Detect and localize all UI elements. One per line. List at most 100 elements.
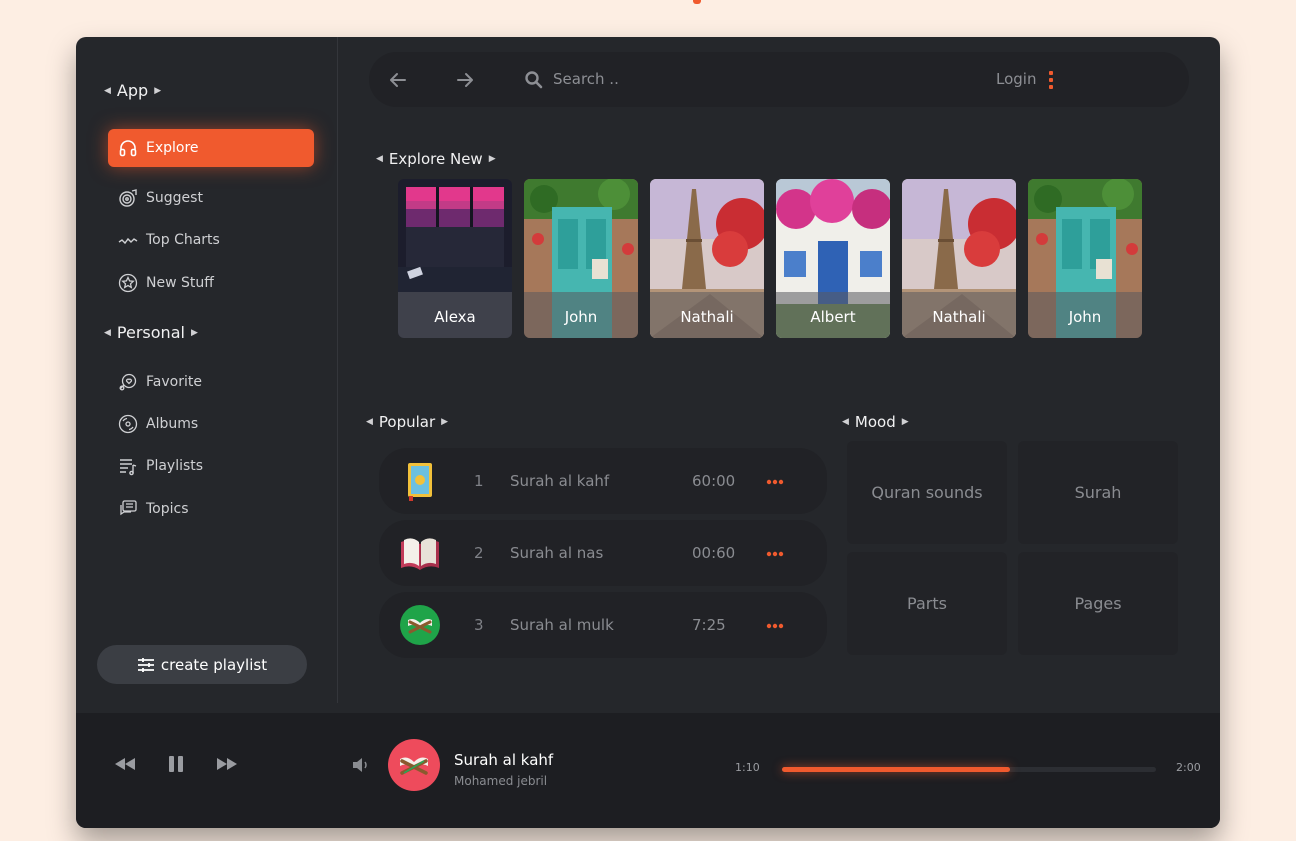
caret-left-icon: ◀	[376, 154, 383, 164]
caret-right-icon: ▶	[190, 327, 198, 338]
caret-right-icon: ▶	[488, 154, 496, 164]
sidebar: ◀ App ▶ Explore Suggest Top Charts New S…	[76, 37, 338, 703]
rewind-icon[interactable]	[113, 754, 137, 774]
sidebar-item-topics[interactable]: Topics	[108, 490, 314, 528]
sidebar-item-playlists[interactable]: Playlists	[108, 447, 314, 485]
top-accent-mark	[693, 0, 701, 4]
sliders-icon	[137, 657, 155, 673]
progress-fill	[782, 767, 1011, 772]
open-book-icon	[401, 538, 439, 570]
progress-bar[interactable]	[782, 767, 1156, 772]
chat-icon	[118, 499, 138, 519]
login-button[interactable]: Login	[996, 70, 1036, 88]
caret-right-icon: ▶	[901, 417, 909, 427]
explore-card[interactable]: Nathali	[650, 179, 764, 338]
quran-book-icon	[408, 463, 432, 501]
track-number: 2	[474, 544, 484, 562]
app-window: ◀ App ▶ Explore Suggest Top Charts New S…	[76, 37, 1220, 828]
sidebar-item-label: Topics	[146, 501, 189, 517]
more-options-icon[interactable]	[766, 551, 784, 557]
explore-card[interactable]: Albert	[776, 179, 890, 338]
caret-left-icon: ◀	[104, 85, 111, 96]
sidebar-item-favorite[interactable]: Favorite	[108, 363, 314, 401]
more-options-icon[interactable]	[766, 623, 784, 629]
card-label: Alexa	[398, 292, 512, 338]
sidebar-item-label: Favorite	[146, 374, 202, 390]
track-number: 3	[474, 616, 484, 634]
explore-card[interactable]: John	[524, 179, 638, 338]
back-arrow-icon[interactable]	[387, 69, 409, 91]
sidebar-item-label: Explore	[146, 140, 199, 156]
popular-section-header[interactable]: ◀ Popular ▶	[366, 413, 448, 431]
sidebar-item-label: New Stuff	[146, 275, 214, 291]
now-playing-artist: Mohamed jebril	[454, 774, 548, 788]
forward-arrow-icon[interactable]	[454, 69, 476, 91]
now-playing-artwork	[388, 739, 440, 791]
disc-icon	[118, 414, 138, 434]
headphones-icon	[118, 138, 138, 158]
explore-section-header[interactable]: ◀ Explore New ▶	[376, 150, 496, 168]
track-duration: 7:25	[692, 616, 726, 634]
search-icon[interactable]	[524, 70, 544, 90]
card-label: Nathali	[902, 292, 1016, 338]
star-badge-icon	[118, 273, 138, 293]
track-number: 1	[474, 472, 484, 490]
elapsed-time: 1:10	[735, 761, 760, 774]
mood-tile-quran-sounds[interactable]: Quran sounds	[847, 441, 1007, 544]
sidebar-item-albums[interactable]: Albums	[108, 405, 314, 443]
fast-forward-icon[interactable]	[215, 754, 239, 774]
caret-right-icon: ▶	[154, 85, 162, 96]
track-row[interactable]: 3 Surah al mulk 7:25	[379, 592, 827, 658]
search-input[interactable]: Search ..	[553, 70, 619, 88]
card-label: John	[1028, 292, 1142, 338]
explore-card[interactable]: Nathali	[902, 179, 1016, 338]
now-playing-title: Surah al kahf	[454, 751, 554, 769]
card-label: John	[524, 292, 638, 338]
kebab-menu-icon[interactable]	[1049, 71, 1053, 89]
favorite-icon	[118, 372, 138, 392]
mood-tile-pages[interactable]: Pages	[1018, 552, 1178, 655]
sidebar-item-explore[interactable]: Explore	[108, 129, 314, 167]
mood-tile-parts[interactable]: Parts	[847, 552, 1007, 655]
track-duration: 00:60	[692, 544, 736, 562]
track-title: Surah al kahf	[510, 472, 610, 490]
sidebar-item-label: Top Charts	[146, 232, 220, 248]
quran-stand-icon	[400, 605, 440, 645]
create-playlist-label: create playlist	[160, 655, 268, 674]
track-duration: 60:00	[692, 472, 736, 490]
sidebar-item-suggest[interactable]: Suggest	[108, 179, 314, 217]
card-label: Nathali	[650, 292, 764, 338]
sidebar-item-new-stuff[interactable]: New Stuff	[108, 264, 314, 302]
popular-heading: Popular	[378, 413, 436, 431]
vinyl-icon	[118, 188, 138, 208]
track-row[interactable]: 2 Surah al nas 00:60	[379, 520, 827, 586]
card-label: Albert	[776, 292, 890, 338]
mood-section-header[interactable]: ◀ Mood ▶	[842, 413, 909, 431]
sidebar-item-label: Playlists	[146, 458, 204, 474]
personal-section-header[interactable]: ◀ Personal ▶	[104, 323, 198, 342]
app-section-header[interactable]: ◀ App ▶	[104, 81, 161, 100]
wave-icon	[118, 230, 138, 250]
explore-heading: Explore New	[388, 150, 483, 168]
caret-left-icon: ◀	[842, 417, 849, 427]
explore-card[interactable]: Alexa	[398, 179, 512, 338]
explore-card[interactable]: John	[1028, 179, 1142, 338]
volume-icon[interactable]	[351, 756, 369, 774]
mood-tile-surah[interactable]: Surah	[1018, 441, 1178, 544]
create-playlist-button[interactable]: create playlist	[97, 645, 307, 684]
track-row[interactable]: 1 Surah al kahf 60:00	[379, 448, 827, 514]
personal-section-label: Personal	[116, 323, 185, 342]
playlist-icon	[118, 456, 138, 476]
caret-left-icon: ◀	[104, 327, 111, 338]
more-options-icon[interactable]	[766, 479, 784, 485]
mood-heading: Mood	[854, 413, 896, 431]
track-title: Surah al nas	[510, 544, 604, 562]
sidebar-item-top-charts[interactable]: Top Charts	[108, 221, 314, 259]
sidebar-item-label: Suggest	[146, 190, 203, 206]
caret-right-icon: ▶	[441, 417, 449, 427]
top-bar: Search .. Login	[369, 52, 1189, 107]
total-time: 2:00	[1176, 761, 1201, 774]
app-section-label: App	[116, 81, 149, 100]
caret-left-icon: ◀	[366, 417, 373, 427]
pause-icon[interactable]	[164, 754, 188, 774]
